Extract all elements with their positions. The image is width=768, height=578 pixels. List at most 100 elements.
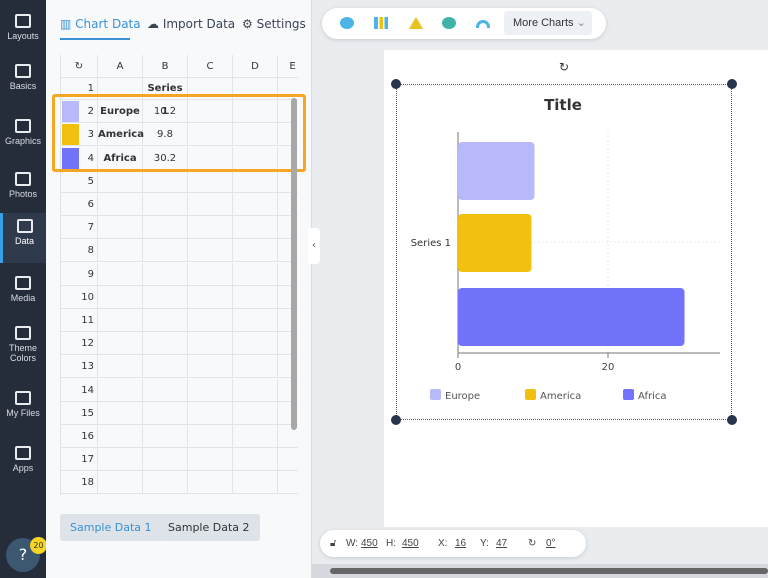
grid-cell[interactable] xyxy=(233,378,278,402)
grid-cell[interactable] xyxy=(188,401,233,425)
grid-cell[interactable] xyxy=(143,378,188,402)
grid-cell[interactable] xyxy=(188,309,233,332)
tab-settings[interactable]: ⚙ Settings xyxy=(242,17,306,31)
grid-cell[interactable] xyxy=(98,309,143,332)
grid-cell[interactable] xyxy=(233,216,278,240)
grid-cell[interactable] xyxy=(98,471,143,495)
row-number[interactable]: 16 xyxy=(61,425,98,448)
grid-cell[interactable] xyxy=(143,448,188,472)
grid-cell[interactable] xyxy=(143,239,188,263)
resize-handle[interactable] xyxy=(391,415,401,425)
sidebar-item-photos[interactable]: Photos xyxy=(0,166,46,208)
sidebar-item-media[interactable]: Media xyxy=(0,270,46,312)
legend-swatch-america[interactable] xyxy=(525,389,536,400)
column-header[interactable]: D xyxy=(233,55,278,78)
donut-chart-icon[interactable] xyxy=(340,17,354,29)
y-value[interactable]: 47 xyxy=(496,538,507,549)
horizontal-scrollbar-thumb[interactable] xyxy=(330,568,768,574)
grid-cell[interactable] xyxy=(188,425,233,448)
grid-cell[interactable] xyxy=(143,285,188,309)
row-number[interactable]: 11 xyxy=(61,309,98,332)
grid-cell[interactable] xyxy=(98,239,143,263)
width-value[interactable]: 450 xyxy=(361,538,378,549)
grid-cell[interactable] xyxy=(233,309,278,332)
grid-scrollbar[interactable] xyxy=(291,98,297,430)
grid-cell[interactable] xyxy=(143,309,188,332)
grid-cell[interactable] xyxy=(188,169,233,193)
grid-cell[interactable] xyxy=(233,425,278,448)
pyramid-chart-icon[interactable] xyxy=(409,17,423,29)
grid-cell[interactable] xyxy=(98,448,143,472)
grid-cell[interactable] xyxy=(143,216,188,240)
grid-cell[interactable] xyxy=(233,262,278,286)
sidebar-item-basics[interactable]: Basics xyxy=(0,58,46,100)
collapse-panel-button[interactable]: ‹ xyxy=(308,228,320,264)
row-number[interactable]: 17 xyxy=(61,448,98,472)
grid-cell[interactable] xyxy=(233,193,278,216)
grid-cell[interactable] xyxy=(143,169,188,193)
lock-icon[interactable]: 🔓︎ xyxy=(330,538,336,549)
row-number[interactable]: 12 xyxy=(61,332,98,356)
grid-cell[interactable] xyxy=(188,448,233,472)
grid-cell[interactable] xyxy=(188,193,233,216)
legend-label-america[interactable]: America xyxy=(540,391,581,402)
row-number[interactable]: 13 xyxy=(61,355,98,379)
sidebar-item-theme-colors[interactable]: Theme Colors xyxy=(0,320,46,363)
grid-cell[interactable] xyxy=(233,169,278,193)
row-number[interactable]: 14 xyxy=(61,378,98,402)
grid-cell[interactable] xyxy=(233,332,278,356)
grid-cell[interactable] xyxy=(98,332,143,356)
grid-cell[interactable] xyxy=(233,401,278,425)
grid-cell[interactable] xyxy=(188,378,233,402)
x-value[interactable]: 16 xyxy=(455,538,466,549)
legend-label-africa[interactable]: Africa xyxy=(638,391,667,402)
grid-cell[interactable] xyxy=(98,285,143,309)
grid-cell[interactable] xyxy=(188,332,233,356)
row-number[interactable]: 9 xyxy=(61,262,98,286)
grid-cell[interactable] xyxy=(233,285,278,309)
grid-cell[interactable] xyxy=(98,216,143,240)
legend-label-europe[interactable]: Europe xyxy=(445,391,480,402)
grid-cell[interactable] xyxy=(188,239,233,263)
grid-cell[interactable] xyxy=(143,262,188,286)
row-number[interactable]: 15 xyxy=(61,401,98,425)
rotate-icon[interactable]: ↻ xyxy=(556,59,572,75)
grid-cell[interactable] xyxy=(188,262,233,286)
column-header[interactable]: C xyxy=(188,55,233,78)
grid-cell[interactable] xyxy=(98,355,143,379)
sidebar-item-apps[interactable]: Apps xyxy=(0,440,46,482)
tab-import-data[interactable]: ☁ Import Data xyxy=(147,17,235,31)
grid-cell[interactable] xyxy=(98,378,143,402)
refresh-icon[interactable]: ↻ xyxy=(61,55,98,78)
row-number[interactable]: 6 xyxy=(61,193,98,216)
row-number[interactable]: 18 xyxy=(61,471,98,495)
pie-chart-icon[interactable] xyxy=(442,17,456,29)
legend-swatch-europe[interactable] xyxy=(430,389,441,400)
sidebar-item-data[interactable]: Data xyxy=(0,213,46,263)
gauge-chart-icon[interactable] xyxy=(476,20,490,28)
grid-cell[interactable] xyxy=(98,262,143,286)
grid-cell[interactable] xyxy=(188,285,233,309)
row-number[interactable]: 8 xyxy=(61,239,98,263)
sample-data-1-button[interactable]: Sample Data 1 xyxy=(60,514,162,541)
sidebar-item-graphics[interactable]: Graphics xyxy=(0,113,46,155)
bar-europe[interactable] xyxy=(458,142,535,200)
bar-america[interactable] xyxy=(458,214,532,272)
sidebar-item-my-files[interactable]: My Files xyxy=(0,385,46,427)
grid-cell[interactable] xyxy=(233,355,278,379)
grid-cell[interactable] xyxy=(98,401,143,425)
sample-data-2-button[interactable]: Sample Data 2 xyxy=(158,514,260,541)
grid-cell[interactable] xyxy=(98,425,143,448)
bar-chart[interactable]: Title Series 1 Europe America Africa 0 20 xyxy=(384,84,734,414)
grid-cell[interactable] xyxy=(188,216,233,240)
tab-chart-data[interactable]: ▥ Chart Data xyxy=(60,17,141,31)
grid-cell[interactable] xyxy=(143,193,188,216)
more-charts-dropdown[interactable]: More Charts ⌄ xyxy=(504,11,592,35)
column-header[interactable]: E xyxy=(278,55,298,78)
resize-handle[interactable] xyxy=(727,415,737,425)
sidebar-item-layouts[interactable]: Layouts xyxy=(0,8,46,50)
grid-cell[interactable] xyxy=(143,425,188,448)
grid-cell[interactable] xyxy=(98,193,143,216)
grid-cell[interactable] xyxy=(233,471,278,495)
row-number[interactable]: 7 xyxy=(61,216,98,240)
